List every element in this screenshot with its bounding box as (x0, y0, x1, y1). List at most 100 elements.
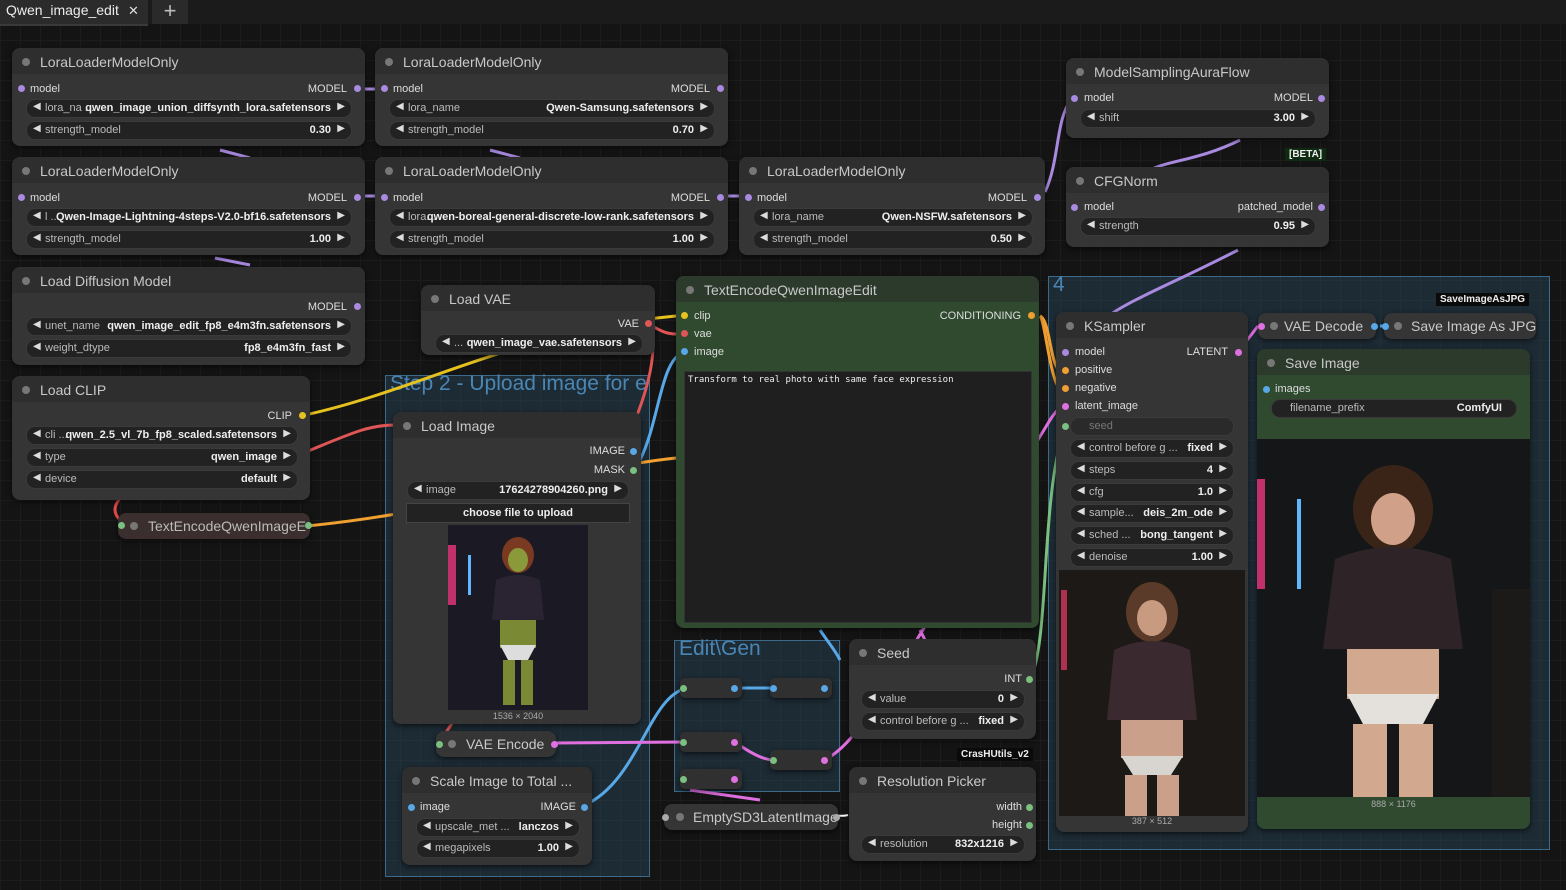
latent-image-input-pin[interactable] (1062, 403, 1069, 410)
arrow-left-icon[interactable]: ◀ (442, 336, 450, 347)
output-pin[interactable] (731, 685, 738, 692)
arrow-left-icon[interactable]: ◀ (868, 837, 876, 848)
seed-value-number[interactable]: ◀ value 0 ▶ (861, 690, 1025, 709)
node-dot[interactable] (1267, 359, 1275, 367)
input-pin[interactable] (680, 776, 687, 783)
seed-widget[interactable]: seed (1070, 417, 1234, 436)
choose-file-button[interactable]: choose file to upload (406, 503, 630, 523)
weight-dtype-combo[interactable]: ◀ weight_dtype fp8_e4m3fn_fast ▶ (26, 339, 352, 358)
load-diffusion-model-node[interactable]: Load Diffusion Model MODEL ◀ unet_name qwe… (12, 267, 365, 365)
arrow-right-icon[interactable]: ▶ (1219, 485, 1227, 496)
model-input-pin[interactable] (745, 194, 752, 201)
cfg-norm-node[interactable]: CFGNorm model patched_model ◀ strength 0.9… (1066, 167, 1329, 247)
arrow-left-icon[interactable]: ◀ (868, 714, 876, 725)
output-pin[interactable] (821, 757, 828, 764)
arrow-left-icon[interactable]: ◀ (396, 232, 404, 243)
patched-model-output-pin[interactable] (1318, 204, 1325, 211)
node-dot[interactable] (22, 58, 30, 66)
arrow-left-icon[interactable]: ◀ (1077, 441, 1085, 452)
arrow-right-icon[interactable]: ▶ (283, 450, 291, 461)
arrow-right-icon[interactable]: ▶ (1301, 111, 1309, 122)
node-dot[interactable] (749, 167, 757, 175)
arrow-left-icon[interactable]: ◀ (396, 101, 404, 112)
arrow-right-icon[interactable]: ▶ (283, 428, 291, 439)
node-dot[interactable] (1076, 68, 1084, 76)
node-dot[interactable] (403, 422, 411, 430)
image-output-pin[interactable] (630, 448, 637, 455)
arrow-left-icon[interactable]: ◀ (33, 123, 41, 134)
arrow-left-icon[interactable]: ◀ (1077, 528, 1085, 539)
node-dot[interactable] (431, 295, 439, 303)
arrow-right-icon[interactable]: ▶ (614, 483, 622, 494)
clip-name-combo[interactable]: ◀ cli ... qwen_2.5_vl_7b_fp8_scaled.safete… (26, 426, 298, 445)
input-pin[interactable] (770, 685, 777, 692)
lora-loader-node-4[interactable]: LoraLoaderModelOnly model MODEL ◀ lora...… (375, 157, 728, 255)
image-input-pin[interactable] (408, 804, 415, 811)
arrow-left-icon[interactable]: ◀ (1077, 506, 1085, 517)
seed-input-pin[interactable] (1062, 423, 1069, 430)
strength-number[interactable]: ◀ strength 0.95 ▶ (1080, 217, 1316, 236)
lora-name-combo[interactable]: ◀ lora... qwen-boreal-general-discrete-low… (389, 208, 715, 227)
lora-loader-node-3[interactable]: LoraLoaderModelOnly model MODEL ◀ l ... Qw… (12, 157, 365, 255)
scheduler-combo[interactable]: ◀ sched ... bong_tangent ▶ (1070, 526, 1234, 545)
output-pin[interactable] (305, 522, 312, 529)
model-input-pin[interactable] (381, 194, 388, 201)
arrow-left-icon[interactable]: ◀ (33, 341, 41, 352)
width-output-pin[interactable] (1026, 804, 1033, 811)
arrow-right-icon[interactable]: ▶ (628, 336, 636, 347)
model-input-pin[interactable] (1071, 204, 1078, 211)
model-input-pin[interactable] (18, 194, 25, 201)
arrow-left-icon[interactable]: ◀ (1087, 219, 1095, 230)
model-input-pin[interactable] (381, 85, 388, 92)
arrow-left-icon[interactable]: ◀ (423, 820, 431, 831)
input-pin[interactable] (680, 739, 687, 746)
vae-decode-node[interactable]: VAE Decode (1258, 313, 1378, 339)
mask-output-pin[interactable] (630, 467, 637, 474)
clip-input-pin[interactable] (681, 312, 688, 319)
arrow-right-icon[interactable]: ▶ (1219, 441, 1227, 452)
reroute-node-4[interactable] (770, 750, 832, 770)
arrow-right-icon[interactable]: ▶ (565, 841, 573, 852)
reroute-node-2[interactable] (770, 678, 832, 698)
prompt-textarea[interactable]: Transform to real photo with same face e… (684, 371, 1032, 623)
arrow-left-icon[interactable]: ◀ (33, 232, 41, 243)
text-encode-collapsed-node[interactable]: TextEncodeQwenImageE (118, 513, 312, 539)
arrow-right-icon[interactable]: ▶ (337, 123, 345, 134)
strength-model-number[interactable]: ◀ strength_model 0.50 ▶ (753, 230, 1033, 249)
input-pin[interactable] (436, 741, 443, 748)
arrow-left-icon[interactable]: ◀ (423, 841, 431, 852)
output-pin[interactable] (821, 685, 828, 692)
arrow-left-icon[interactable]: ◀ (33, 450, 41, 461)
arrow-right-icon[interactable]: ▶ (1010, 837, 1018, 848)
reroute-node-3[interactable] (680, 732, 742, 752)
lora-loader-node-5[interactable]: LoraLoaderModelOnly model MODEL ◀ lora_na… (739, 157, 1045, 255)
node-dot[interactable] (412, 777, 420, 785)
save-image-node[interactable]: Save Image images filename_prefix ComfyUI… (1257, 349, 1530, 829)
lora-loader-node-2[interactable]: LoraLoaderModelOnly model MODEL ◀ lora_na… (375, 48, 728, 146)
arrow-left-icon[interactable]: ◀ (1077, 485, 1085, 496)
model-input-pin[interactable] (1062, 349, 1069, 356)
model-output-pin[interactable] (354, 194, 361, 201)
arrow-right-icon[interactable]: ▶ (1219, 463, 1227, 474)
latent-output-pin[interactable] (833, 814, 840, 821)
node-dot[interactable] (1076, 177, 1084, 185)
node-dot[interactable] (22, 167, 30, 175)
load-vae-node[interactable]: Load VAE VAE ◀... qwen_image_vae.safetens… (421, 285, 655, 355)
lora-name-combo[interactable]: ◀ lora_na ... qwen_image_union_diffsynth_l… (26, 99, 352, 118)
node-dot[interactable] (130, 522, 138, 530)
cfg-number[interactable]: ◀ cfg 1.0 ▶ (1070, 483, 1234, 502)
strength-model-number[interactable]: ◀ strength_model 1.00 ▶ (389, 230, 715, 249)
node-dot[interactable] (1270, 322, 1278, 330)
lora-name-combo[interactable]: ◀ lora_name Qwen-NSFW.safetensors ▶ (753, 208, 1033, 227)
arrow-left-icon[interactable]: ◀ (396, 210, 404, 221)
model-sampling-auraflow-node[interactable]: ModelSamplingAuraFlow model MODEL ◀ shift… (1066, 58, 1329, 138)
clip-output-pin[interactable] (299, 412, 306, 419)
positive-input-pin[interactable] (1062, 367, 1069, 374)
sampler-name-combo[interactable]: ◀ sample... deis_2m_ode ▶ (1070, 504, 1234, 523)
strength-model-number[interactable]: ◀ strength_model 1.00 ▶ (26, 230, 352, 249)
input-pin[interactable] (680, 685, 687, 692)
arrow-left-icon[interactable]: ◀ (1077, 463, 1085, 474)
input-pin[interactable] (662, 814, 669, 821)
lora-name-combo[interactable]: ◀ lora_name Qwen-Samsung.safetensors ▶ (389, 99, 715, 118)
node-dot[interactable] (676, 813, 684, 821)
